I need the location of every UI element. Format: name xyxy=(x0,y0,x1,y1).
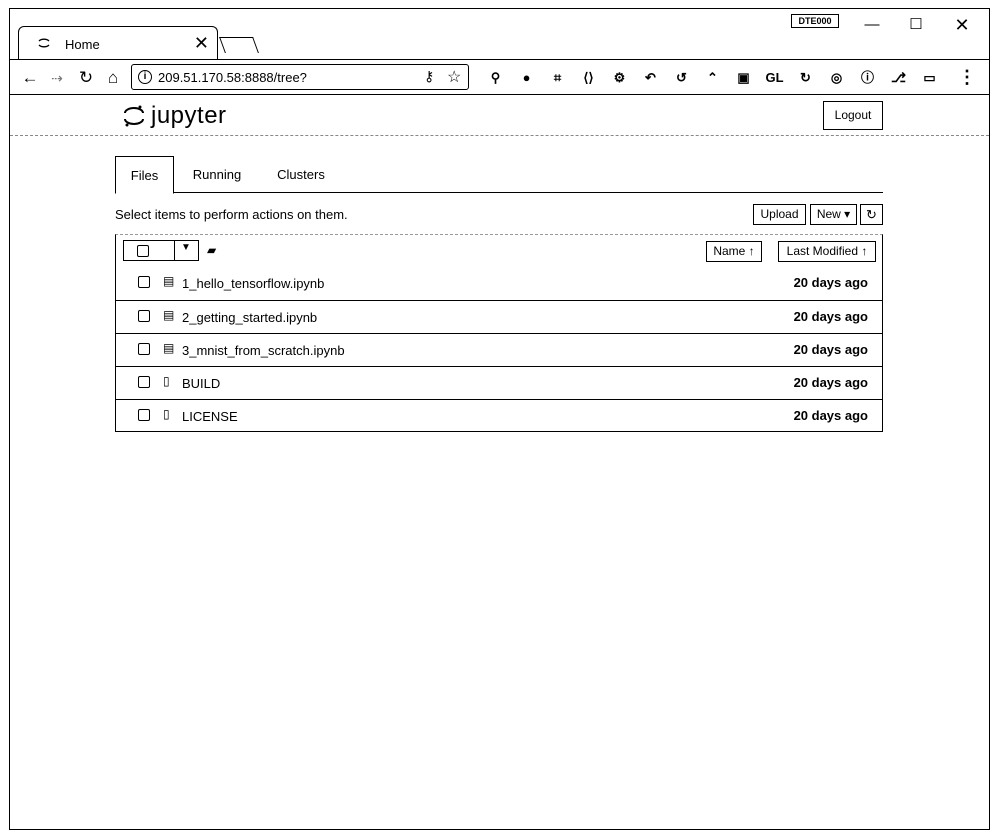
extension-icon[interactable]: ⌗ xyxy=(542,67,573,89)
last-modified: 20 days ago xyxy=(793,309,868,324)
file-name-link[interactable]: 1_hello_tensorflow.ipynb xyxy=(182,276,324,291)
close-tab-icon[interactable]: ✕ xyxy=(194,33,209,53)
title-bar: Home ✕ DTE000 — ☐ ✕ xyxy=(10,9,989,60)
maximize-icon[interactable]: ☐ xyxy=(902,15,930,35)
extension-icon[interactable]: GL xyxy=(759,67,790,89)
extension-icon[interactable]: ↻ xyxy=(790,67,821,89)
upload-button[interactable]: Upload xyxy=(753,204,806,225)
last-modified: 20 days ago xyxy=(793,342,868,357)
file-list: ▼ ▰ Name ↑ Last Modified ↑ ▤ 1_hello_ten… xyxy=(115,234,883,432)
profile-badge[interactable]: DTE000 xyxy=(791,14,839,28)
row-checkbox[interactable] xyxy=(138,409,150,421)
extension-icon[interactable]: ⚲ xyxy=(480,67,511,89)
file-name-link[interactable]: 2_getting_started.ipynb xyxy=(182,310,317,325)
list-item[interactable]: ▤ 3_mnist_from_scratch.ipynb 20 days ago xyxy=(116,333,882,366)
site-info-icon[interactable]: i xyxy=(138,70,152,84)
extension-icon[interactable]: ● xyxy=(511,67,542,89)
tab-files[interactable]: Files xyxy=(115,156,174,194)
bookmark-star-icon[interactable]: ☆ xyxy=(447,67,461,87)
file-rows: ▤ 1_hello_tensorflow.ipynb 20 days ago ▤… xyxy=(116,267,882,432)
file-name-link[interactable]: LICENSE xyxy=(182,409,238,424)
file-icon: ▯ xyxy=(163,374,170,388)
tab-clusters[interactable]: Clusters xyxy=(266,156,336,193)
browser-menu-icon[interactable]: ⋮ xyxy=(958,66,976,88)
divider xyxy=(174,241,175,260)
jupyter-header: jupyter Logout xyxy=(10,96,989,136)
extension-icon[interactable]: ⚙ xyxy=(604,67,635,89)
last-modified: 20 days ago xyxy=(793,375,868,390)
home-icon[interactable]: ⌂ xyxy=(103,68,123,88)
file-name-link[interactable]: BUILD xyxy=(182,376,220,391)
list-item[interactable]: ▯ LICENSE 20 days ago xyxy=(116,399,882,432)
key-icon[interactable]: ⚷ xyxy=(424,68,434,85)
extension-icon[interactable]: ◎ xyxy=(821,67,852,89)
select-all-dropdown[interactable]: ▼ xyxy=(123,240,199,261)
extension-icon[interactable]: ↶ xyxy=(635,67,666,89)
last-modified: 20 days ago xyxy=(793,275,868,290)
notebook-icon: ▤ xyxy=(163,308,175,322)
dashboard-tabs: Files Running Clusters xyxy=(115,156,883,194)
selection-hint: Select items to perform actions on them. xyxy=(115,207,348,222)
file-icon: ▯ xyxy=(163,407,170,421)
jupyter-logo[interactable]: jupyter xyxy=(123,102,227,130)
list-item[interactable]: ▯ BUILD 20 days ago xyxy=(116,366,882,399)
file-name-link[interactable]: 3_mnist_from_scratch.ipynb xyxy=(182,343,345,358)
minimize-icon[interactable]: — xyxy=(858,15,886,35)
back-arrow-icon[interactable]: ← xyxy=(20,68,40,88)
forward-arrow-icon[interactable]: ⇢ xyxy=(47,68,67,88)
tab-running[interactable]: Running xyxy=(183,156,251,193)
caret-down-icon[interactable]: ▼ xyxy=(181,242,191,253)
new-tab-button[interactable] xyxy=(219,37,259,53)
list-item[interactable]: ▤ 1_hello_tensorflow.ipynb 20 days ago xyxy=(116,267,882,300)
jupyter-logo-icon xyxy=(124,105,144,127)
row-checkbox[interactable] xyxy=(138,343,150,355)
sort-by-modified-button[interactable]: Last Modified ↑ xyxy=(778,241,876,262)
last-modified: 20 days ago xyxy=(793,408,868,423)
browser-toolbar: ← ⇢ ↻ ⌂ i 209.51.170.58:8888/tree? ⚷ ☆ ⚲… xyxy=(10,59,989,95)
list-item[interactable]: ▤ 2_getting_started.ipynb 20 days ago xyxy=(116,300,882,333)
jupyter-favicon-icon xyxy=(38,38,50,48)
browser-window: Home ✕ DTE000 — ☐ ✕ ← ⇢ ↻ ⌂ i 209.51.170… xyxy=(9,8,990,830)
extension-icon[interactable]: ⌃ xyxy=(697,67,728,89)
extension-icon[interactable]: ▣ xyxy=(728,67,759,89)
jupyter-page: jupyter Logout Files Running Clusters Se… xyxy=(10,96,989,830)
extension-icon[interactable]: ⎇ xyxy=(883,67,914,89)
extension-icon[interactable]: ⓘ xyxy=(852,67,883,89)
folder-icon[interactable]: ▰ xyxy=(207,243,216,257)
row-checkbox[interactable] xyxy=(138,376,150,388)
notebook-icon: ▤ xyxy=(163,341,175,355)
notebook-icon: ▤ xyxy=(163,274,175,288)
tab-title: Home xyxy=(65,37,100,52)
new-button[interactable]: New ▾ xyxy=(810,204,857,225)
extension-icons: ⚲ ● ⌗ ⟨⟩ ⚙ ↶ ↺ ⌃ ▣ GL ↻ ◎ ⓘ ⎇ ▭ xyxy=(480,67,945,89)
extension-icon[interactable]: ▭ xyxy=(914,67,945,89)
url-text[interactable]: 209.51.170.58:8888/tree? xyxy=(158,70,307,85)
select-all-checkbox[interactable] xyxy=(137,245,149,257)
extension-icon[interactable]: ⟨⟩ xyxy=(573,67,604,89)
address-bar[interactable]: i 209.51.170.58:8888/tree? ⚷ ☆ xyxy=(131,64,469,90)
sort-by-name-button[interactable]: Name ↑ xyxy=(706,241,762,262)
close-window-icon[interactable]: ✕ xyxy=(948,15,976,35)
row-checkbox[interactable] xyxy=(138,276,150,288)
refresh-button[interactable]: ↻ xyxy=(860,204,883,225)
logout-button[interactable]: Logout xyxy=(823,101,883,130)
extension-icon[interactable]: ↺ xyxy=(666,67,697,89)
browser-tab-home[interactable]: Home ✕ xyxy=(18,26,218,60)
row-checkbox[interactable] xyxy=(138,310,150,322)
reload-icon[interactable]: ↻ xyxy=(76,68,96,88)
logo-text: jupyter xyxy=(151,102,227,129)
file-list-header: ▼ ▰ Name ↑ Last Modified ↑ xyxy=(116,235,882,267)
